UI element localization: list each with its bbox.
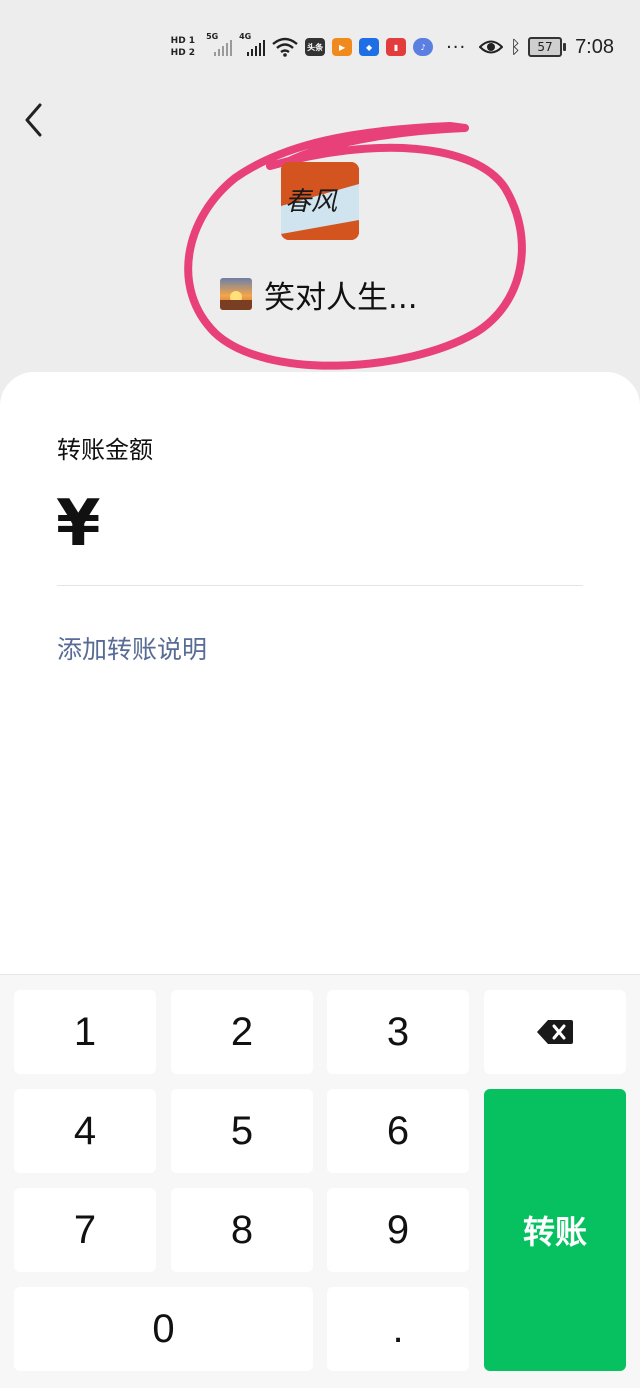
wifi-icon (272, 37, 298, 57)
transfer-form: 转账金额 ¥ 添加转账说明 (0, 372, 640, 992)
video-app-icon: ▶ (332, 38, 353, 56)
currency-symbol[interactable]: ¥ (56, 485, 101, 563)
key-6[interactable]: 6 (327, 1089, 469, 1173)
avatar-artwork: 春风 (281, 162, 359, 240)
annotation-circle (184, 122, 526, 370)
signal-4g-icon: 4G (239, 32, 266, 58)
sunset-thumbnail-icon (220, 278, 252, 310)
recipient-name: 笑对人生... (264, 279, 418, 316)
eye-comfort-icon (479, 40, 504, 54)
hd2-label: HD 2 (170, 48, 196, 58)
key-2[interactable]: 2 (171, 990, 313, 1074)
toutiao-label: 头条 (307, 42, 324, 52)
signal-5g-icon: 5G (206, 32, 233, 58)
amount-label: 转账金额 (57, 436, 153, 464)
bluetooth-icon: ᛒ (510, 36, 522, 58)
hd1-label: HD 1 (170, 36, 196, 46)
transfer-button[interactable]: 转账 (484, 1089, 626, 1371)
recipient-avatar: 春风 (281, 162, 359, 240)
clock: 7:08 (575, 35, 614, 58)
battery-level: 57 (537, 40, 553, 54)
key-decimal[interactable]: . (327, 1287, 469, 1371)
key-7[interactable]: 7 (14, 1188, 156, 1272)
key-5[interactable]: 5 (171, 1089, 313, 1173)
hd-indicator: HD 1 HD 2 (171, 36, 195, 58)
music-app-icon: ♪ (413, 38, 434, 56)
recipient-row: 笑对人生... (220, 272, 418, 316)
key-1[interactable]: 1 (14, 990, 156, 1074)
backspace-button[interactable] (484, 990, 626, 1074)
key-9[interactable]: 9 (327, 1188, 469, 1272)
key-0[interactable]: 0 (14, 1287, 313, 1371)
toutiao-app-icon: 头条 (305, 38, 326, 56)
more-notifications-icon: ··· (446, 36, 467, 58)
key-3[interactable]: 3 (327, 990, 469, 1074)
number-keypad: 1 2 3 4 5 6 7 8 9 0 . 转账 (0, 974, 640, 1388)
status-icons: HD 1 HD 2 5G 4G 头条 ▶ ◆ ▮ ♪ ··· ᛒ 57 7:08 (171, 30, 614, 64)
backspace-icon (537, 1020, 573, 1044)
back-chevron-icon[interactable] (22, 102, 52, 138)
avatar-calligraphy: 春风 (285, 187, 338, 217)
key-4[interactable]: 4 (14, 1089, 156, 1173)
key-8[interactable]: 8 (171, 1188, 313, 1272)
add-note-link[interactable]: 添加转账说明 (57, 630, 207, 666)
shield-app-icon: ◆ (359, 38, 380, 56)
status-bar: HD 1 HD 2 5G 4G 头条 ▶ ◆ ▮ ♪ ··· ᛒ 57 7:08 (0, 0, 640, 92)
book-app-icon: ▮ (386, 38, 407, 56)
battery-icon: 57 (528, 37, 567, 57)
amount-divider (57, 585, 583, 586)
